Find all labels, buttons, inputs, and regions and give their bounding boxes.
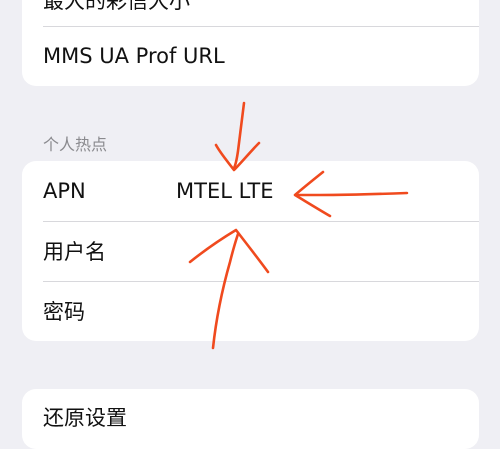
- down-arrow-annotation: [214, 101, 261, 172]
- left-arrow-annotation: [293, 170, 409, 218]
- annotation-layer: [188, 101, 409, 350]
- up-arrow-annotation: [188, 228, 270, 350]
